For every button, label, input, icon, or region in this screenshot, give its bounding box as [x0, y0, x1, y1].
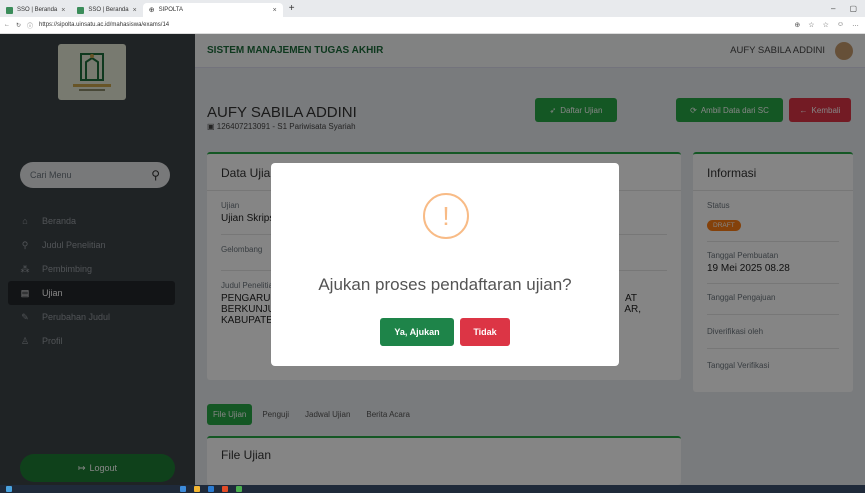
browser-tab[interactable]: SSO | Beranda ×: [0, 3, 71, 17]
browser-tab-bar: SSO | Beranda × SSO | Beranda × ⊕ SIPOLT…: [0, 0, 865, 17]
close-icon[interactable]: ×: [273, 7, 277, 14]
taskbar-app-icon[interactable]: [208, 486, 214, 492]
address-bar: ← ↻ ⓘ https://sipolta.uinsatu.ac.id/maha…: [0, 17, 865, 34]
os-taskbar: [0, 485, 865, 493]
taskbar-app-icon[interactable]: [236, 486, 242, 492]
favorites-icon[interactable]: ☆: [823, 21, 829, 29]
confirm-dialog: ! Ajukan proses pendaftaran ujian? Ya, A…: [271, 163, 619, 366]
url-field[interactable]: https://sipolta.uinsatu.ac.id/mahasiswa/…: [39, 22, 169, 28]
maximize-icon[interactable]: ▢: [849, 4, 857, 13]
reload-icon[interactable]: ↻: [16, 22, 21, 29]
tab-label: SIPOLTA: [158, 7, 184, 13]
new-tab-icon[interactable]: +: [283, 3, 301, 14]
minimize-icon[interactable]: –: [831, 4, 835, 13]
taskbar-app-icon[interactable]: [180, 486, 186, 492]
browser-tab-active[interactable]: ⊕ SIPOLTA ×: [142, 3, 283, 17]
back-icon[interactable]: ←: [4, 22, 10, 28]
confirm-button[interactable]: Ya, Ajukan: [380, 318, 454, 346]
taskbar-app-icon[interactable]: [222, 486, 228, 492]
more-icon[interactable]: …: [852, 21, 859, 29]
taskbar-app-icon[interactable]: [194, 486, 200, 492]
globe-icon: ⊕: [148, 7, 155, 14]
star-icon[interactable]: ☆: [808, 21, 814, 29]
screen: SSO | Beranda × SSO | Beranda × ⊕ SIPOLT…: [0, 0, 865, 493]
warning-icon: !: [423, 193, 469, 239]
tab-label: SSO | Beranda: [88, 7, 129, 13]
favicon-icon: [77, 6, 85, 14]
tab-label: SSO | Beranda: [17, 7, 58, 13]
browser-actions: ⊕ ☆ ☆ ☺ …: [794, 21, 865, 29]
profile-icon[interactable]: ☺: [837, 21, 844, 29]
close-icon[interactable]: ×: [61, 7, 65, 14]
start-icon[interactable]: [6, 486, 12, 492]
close-icon[interactable]: ×: [133, 7, 137, 14]
zoom-icon[interactable]: ⊕: [794, 21, 800, 29]
dialog-title: Ajukan proses pendaftaran ujian?: [318, 275, 572, 294]
info-icon: ⓘ: [27, 23, 34, 30]
favicon-icon: [6, 6, 13, 14]
cancel-button[interactable]: Tidak: [460, 318, 510, 346]
window-controls: – ▢: [831, 4, 865, 13]
browser-tab[interactable]: SSO | Beranda ×: [71, 3, 142, 17]
